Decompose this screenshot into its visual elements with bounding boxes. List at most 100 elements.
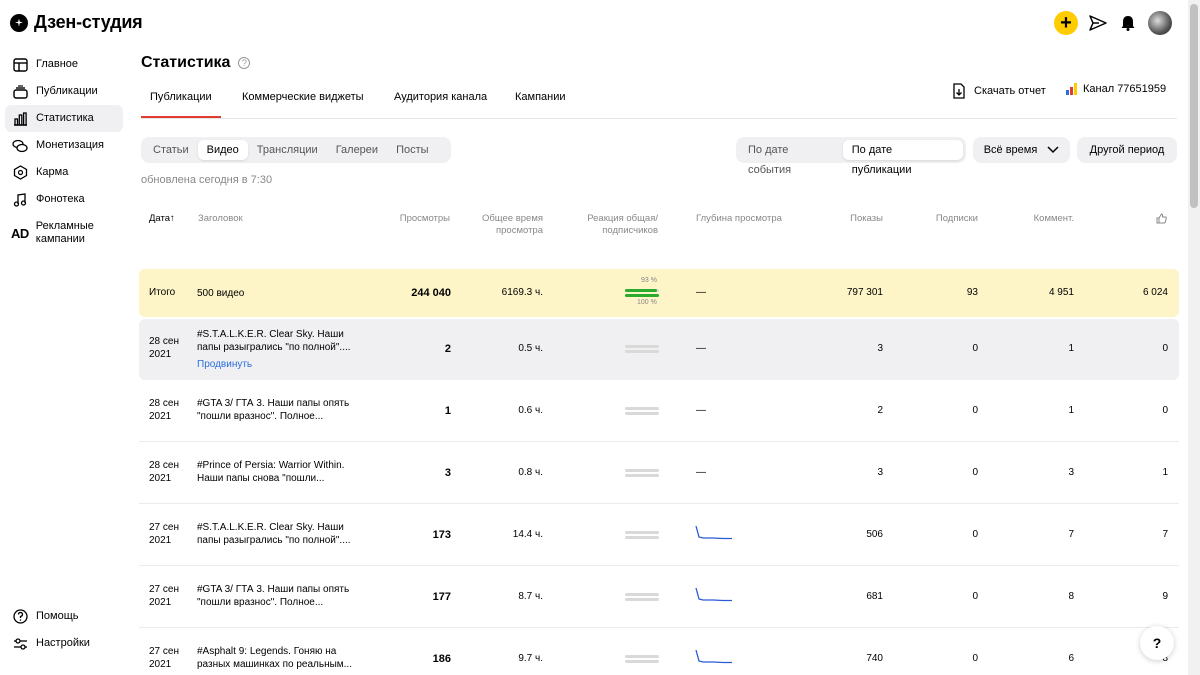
row-watch-time: 9.7 ч.	[518, 653, 543, 664]
table-row[interactable]: 27 сен 2021 #GTA 3/ ГТА 3. Наши папы опять…	[139, 567, 1179, 628]
row-views: 173	[432, 529, 451, 541]
row-title[interactable]: #Asphalt 9: Legends. Гоняю на разных маши…	[197, 646, 352, 671]
sidebar-item-label: Статистика	[36, 112, 94, 124]
question-icon[interactable]: ?	[238, 57, 251, 69]
row-watch-time: 8.7 ч.	[518, 591, 543, 602]
sidebar-item-main[interactable]: Главное	[5, 51, 123, 78]
col-subs-header[interactable]: Подписки	[928, 213, 978, 225]
create-button[interactable]: +	[1054, 11, 1078, 35]
row-date: 28 сен 2021	[149, 336, 179, 360]
reaction-bar	[625, 655, 659, 658]
date-mode-event[interactable]: По дате события	[739, 140, 843, 176]
type-articles[interactable]: Статьи	[144, 140, 198, 160]
table-row[interactable]: 28 сен 2021 #GTA 3/ ГТА 3. Наши папы опять…	[139, 381, 1179, 442]
depth-sparkline	[695, 649, 732, 664]
settings-icon	[11, 636, 29, 652]
reaction-subs-bar	[625, 412, 659, 415]
period-label: Всё время	[983, 144, 1038, 156]
sidebar-item-ad-campaigns[interactable]: AD Рекламные кампании	[5, 215, 123, 251]
type-video[interactable]: Видео	[197, 140, 248, 160]
row-subs: 0	[972, 591, 978, 602]
tab-campaigns[interactable]: Кампании	[515, 91, 566, 103]
bell-icon[interactable]	[1118, 13, 1138, 33]
col-depth-header[interactable]: Глубина просмотра	[696, 213, 782, 225]
period-dropdown[interactable]: Всё время	[973, 137, 1070, 163]
col-watch-time-header[interactable]: Общее время просмотра	[473, 213, 543, 237]
channel-selector[interactable]: Канал 77651959	[1066, 83, 1166, 95]
sidebar-bottom: Помощь Настройки	[5, 603, 123, 657]
col-date-header[interactable]: Дата↑	[149, 213, 175, 225]
sidebar-item-label: Настройки	[36, 637, 90, 649]
col-comments-header[interactable]: Коммент.	[1014, 213, 1074, 225]
sidebar-item-settings[interactable]: Настройки	[5, 630, 123, 657]
row-title[interactable]: #S.T.A.L.K.E.R. Clear Sky. Наши папы разы…	[197, 522, 351, 547]
col-reaction-header[interactable]: Реакция общая/ подписчиков	[578, 213, 658, 237]
type-posts[interactable]: Посты	[387, 140, 437, 160]
date-mode-publication[interactable]: По дате публикации	[842, 140, 963, 176]
reaction-bar	[625, 407, 659, 410]
app-logo[interactable]: Дзен-студия	[10, 12, 143, 33]
row-title[interactable]: #S.T.A.L.K.E.R. Clear Sky. Наши папы разы…	[197, 329, 351, 354]
table-row[interactable]: 28 сен 2021 #S.T.A.L.K.E.R. Clear Sky. Наш…	[139, 319, 1179, 380]
tab-commercial-widgets[interactable]: Коммерческие виджеты	[242, 91, 364, 103]
reaction-bar	[625, 469, 659, 472]
other-period-button[interactable]: Другой период	[1077, 137, 1177, 163]
page-title-text: Статистика	[141, 54, 231, 71]
row-subs: 0	[972, 529, 978, 540]
top-actions: +	[1054, 11, 1172, 35]
table-row[interactable]: 28 сен 2021 #Prince of Persia: Warrior Wit…	[139, 443, 1179, 504]
tab-publications[interactable]: Публикации	[141, 91, 221, 118]
row-date: 27 сен 2021	[149, 646, 179, 670]
help-fab-button[interactable]: ?	[1140, 626, 1174, 660]
avatar[interactable]	[1148, 11, 1172, 35]
download-report-label: Скачать отчет	[974, 85, 1046, 97]
row-subs: 0	[972, 405, 978, 416]
row-likes: 0	[1162, 405, 1168, 416]
page-scrollbar[interactable]	[1188, 0, 1200, 675]
table-row[interactable]: 27 сен 2021 #S.T.A.L.K.E.R. Clear Sky. Наш…	[139, 505, 1179, 566]
row-comments: 8	[1068, 591, 1074, 602]
row-views: 3	[444, 467, 451, 479]
channel-bars-icon	[1066, 83, 1077, 95]
type-galleries[interactable]: Галереи	[327, 140, 387, 160]
subs-reaction-bar	[625, 294, 659, 297]
row-title[interactable]: #GTA 3/ ГТА 3. Наши папы опять "пошли вра…	[197, 584, 349, 609]
row-date: 28 сен 2021	[149, 460, 179, 484]
row-views: 2	[444, 343, 451, 355]
table-row[interactable]: 27 сен 2021 #Asphalt 9: Legends. Гоняю на р…	[139, 629, 1179, 675]
row-comments: 7	[1068, 529, 1074, 540]
sidebar-item-monetization[interactable]: Монетизация	[5, 132, 123, 159]
tab-channel-audience[interactable]: Аудитория канала	[394, 91, 487, 103]
sidebar-item-label: Монетизация	[36, 139, 104, 151]
type-streams[interactable]: Трансляции	[248, 140, 327, 160]
row-title[interactable]: #Prince of Persia: Warrior Within. Наши п…	[197, 460, 344, 485]
subs-reaction-pct: 100 %	[637, 299, 657, 306]
total-reaction-bar	[625, 289, 657, 292]
row-subs: 0	[972, 653, 978, 664]
row-views: 177	[432, 591, 451, 603]
send-icon[interactable]	[1088, 13, 1108, 33]
col-impressions-header[interactable]: Показы	[833, 213, 883, 225]
promote-link[interactable]: Продвинуть	[197, 359, 252, 372]
col-views-header[interactable]: Просмотры	[380, 213, 450, 225]
content-type-switch: Статьи Видео Трансляции Галереи Посты	[141, 137, 451, 163]
sidebar-item-label: Главное	[36, 58, 79, 70]
depth-sparkline	[695, 587, 732, 602]
sidebar-item-publications[interactable]: Публикации	[5, 78, 123, 105]
sidebar-item-statistics[interactable]: Статистика	[5, 105, 123, 132]
sidebar-item-help[interactable]: Помощь	[5, 603, 123, 630]
sidebar-item-label: Рекламные кампании	[35, 220, 94, 245]
row-likes: 1	[1162, 467, 1168, 478]
download-report-button[interactable]: Скачать отчет	[952, 83, 1046, 99]
sidebar-item-karma[interactable]: Карма	[5, 159, 123, 186]
row-title[interactable]: #GTA 3/ ГТА 3. Наши папы опять "пошли вра…	[197, 398, 349, 423]
thumbs-up-icon[interactable]	[1156, 213, 1167, 228]
total-label: Итого	[149, 287, 176, 298]
row-depth: —	[696, 405, 706, 416]
sidebar-item-music[interactable]: Фонотека	[5, 186, 123, 213]
download-file-icon	[953, 83, 965, 99]
dashboard-icon	[11, 57, 29, 73]
scrollbar-thumb[interactable]	[1190, 4, 1198, 208]
row-comments: 6	[1068, 653, 1074, 664]
reaction-bar	[625, 593, 659, 596]
